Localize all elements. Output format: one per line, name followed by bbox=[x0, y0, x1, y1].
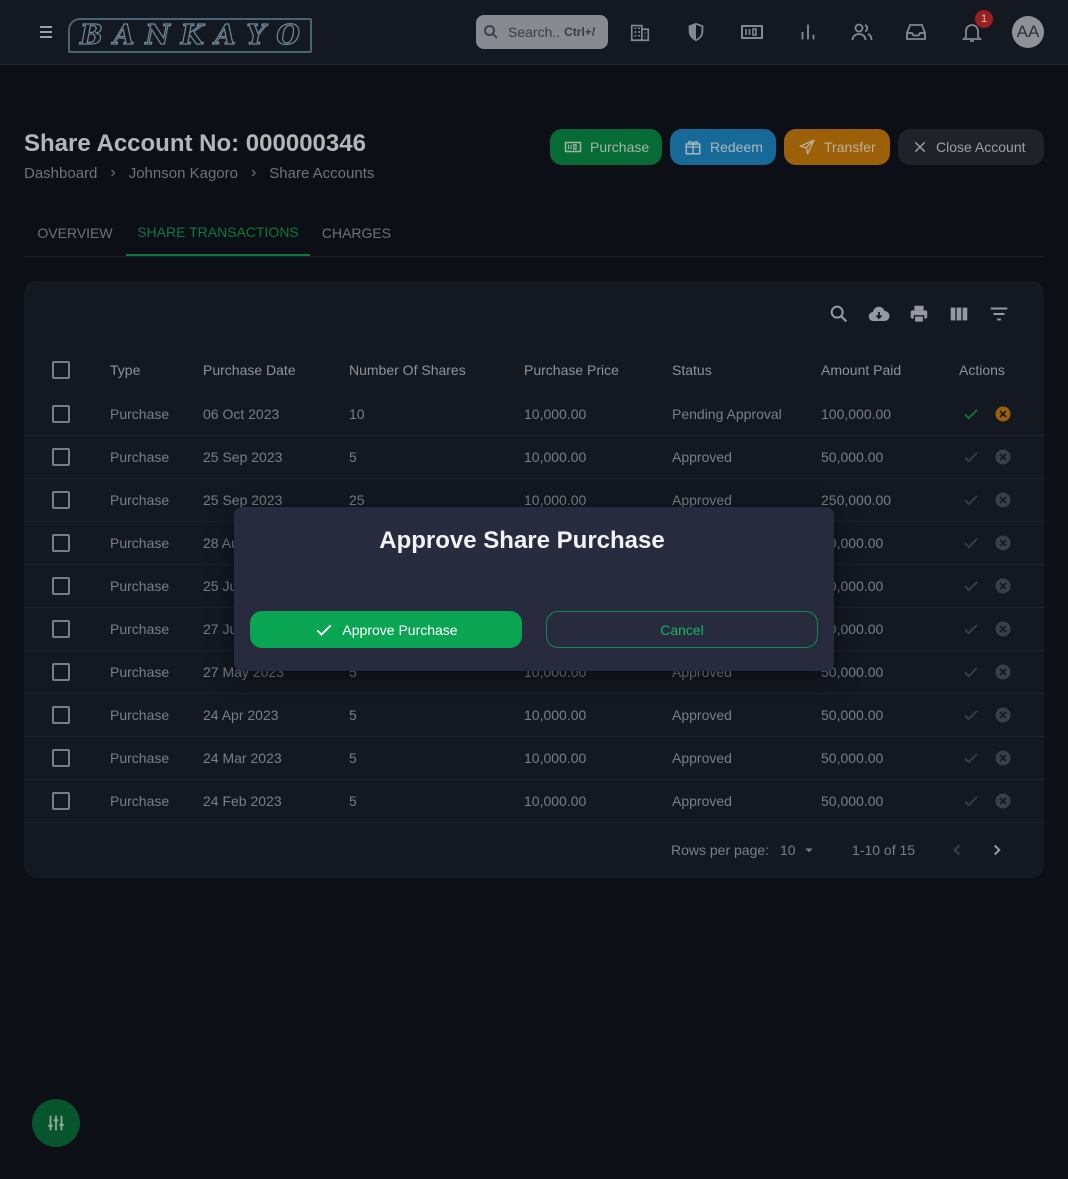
dialog-title: Approve Share Purchase bbox=[379, 527, 665, 554]
approve-purchase-button[interactable]: Approve Purchase bbox=[250, 611, 522, 648]
approve-purchase-dialog: Approve Share Purchase Approve Purchase … bbox=[234, 507, 834, 671]
check-icon bbox=[317, 624, 332, 636]
approve-purchase-label: Approve Purchase bbox=[342, 621, 458, 638]
cancel-button[interactable]: Cancel bbox=[546, 611, 818, 648]
